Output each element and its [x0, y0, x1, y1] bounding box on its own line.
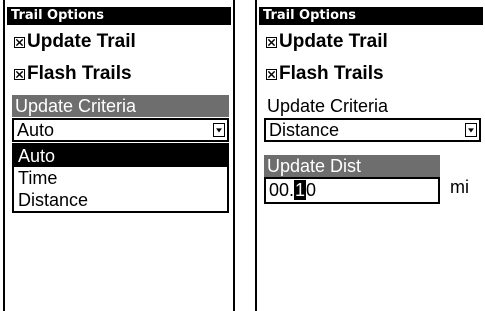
- checkbox-checked-icon: [266, 69, 277, 80]
- left-screen: Trail Options Update Trail Flash Trails …: [3, 0, 235, 311]
- dist-suffix: 0: [306, 180, 317, 200]
- window-title: Trail Options: [7, 7, 231, 25]
- update-dist-label: Update Dist: [264, 155, 440, 177]
- update-trail-label: Update Trail: [27, 31, 136, 52]
- dist-cursor-digit[interactable]: 1: [294, 180, 307, 200]
- checkbox-checked-icon: [266, 37, 277, 48]
- update-dist-input[interactable]: 00.10: [264, 177, 440, 204]
- criteria-options-list: Auto Time Distance: [12, 143, 229, 213]
- flash-trails-label: Flash Trails: [279, 63, 384, 84]
- update-criteria-label: Update Criteria: [12, 95, 229, 117]
- window-title: Trail Options: [259, 7, 483, 25]
- update-criteria-label: Update Criteria: [267, 96, 389, 116]
- flash-trails-checkbox[interactable]: Flash Trails: [266, 62, 384, 86]
- unit-label: mi: [450, 177, 469, 197]
- update-criteria-value: Distance: [269, 120, 340, 140]
- flash-trails-label: Flash Trails: [27, 63, 132, 84]
- update-trail-checkbox[interactable]: Update Trail: [14, 30, 136, 54]
- flash-trails-checkbox[interactable]: Flash Trails: [14, 62, 132, 86]
- dropdown-arrow-icon[interactable]: [213, 123, 225, 137]
- checkbox-checked-icon: [14, 69, 25, 80]
- option-time[interactable]: Time: [14, 167, 227, 189]
- option-distance[interactable]: Distance: [14, 189, 227, 211]
- dropdown-arrow-icon[interactable]: [465, 123, 477, 137]
- update-criteria-dropdown[interactable]: Distance: [264, 118, 481, 142]
- right-screen: Trail Options Update Trail Flash Trails …: [255, 0, 485, 311]
- option-auto[interactable]: Auto: [14, 145, 227, 167]
- update-criteria-dropdown[interactable]: Auto: [12, 118, 229, 142]
- dist-prefix: 00.: [269, 180, 295, 200]
- update-criteria-value: Auto: [17, 120, 55, 140]
- update-trail-label: Update Trail: [279, 31, 388, 52]
- update-trail-checkbox[interactable]: Update Trail: [266, 30, 388, 54]
- checkbox-checked-icon: [14, 37, 25, 48]
